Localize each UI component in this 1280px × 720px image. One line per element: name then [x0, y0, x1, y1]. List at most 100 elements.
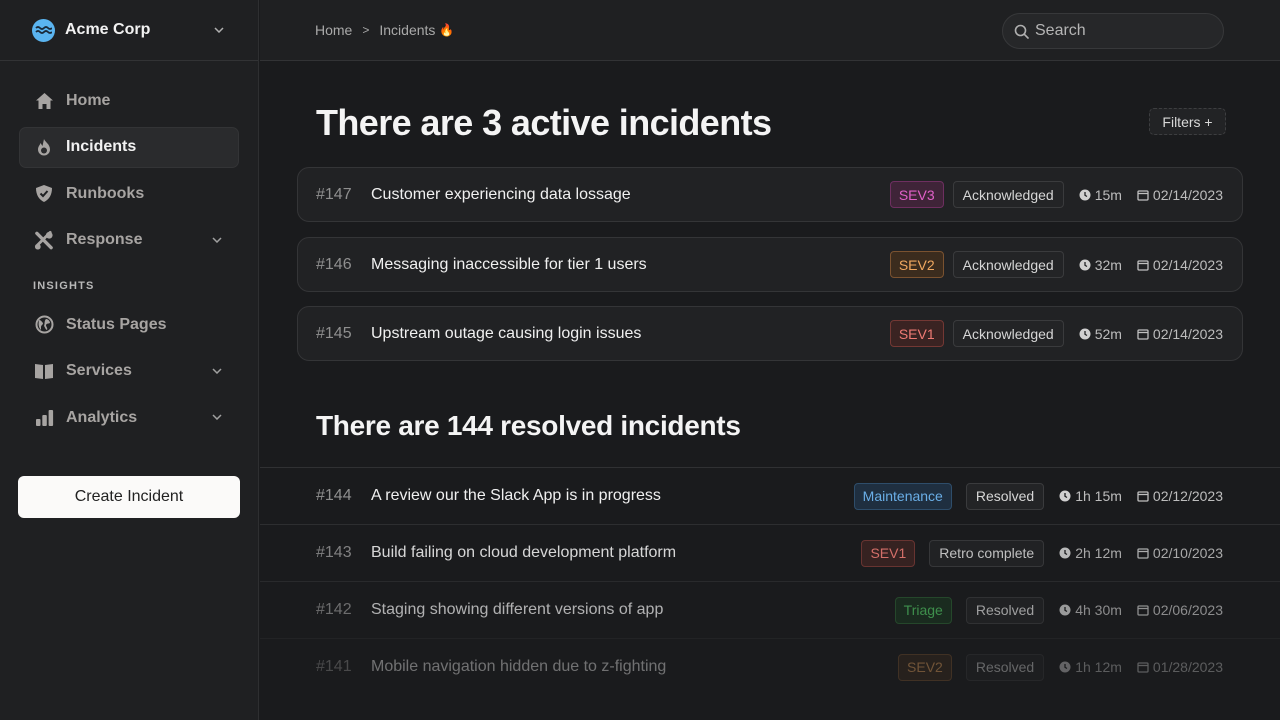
status-badge: Resolved: [965, 482, 1045, 510]
incident-id: #143: [316, 544, 352, 561]
tools-icon: [34, 230, 54, 250]
clock-icon: [1059, 547, 1071, 559]
incident-id: #146: [316, 255, 352, 273]
breadcrumb-home-link[interactable]: Home: [315, 22, 352, 38]
sidebar-item-home[interactable]: Home: [19, 80, 239, 121]
active-incidents-heading: There are 3 active incidents: [316, 102, 772, 143]
status-badge: Acknowledged: [952, 181, 1064, 208]
insights-section-label: INSIGHTS: [33, 280, 95, 292]
sidebar-item-runbooks[interactable]: Runbooks: [19, 173, 239, 214]
status-badge: Acknowledged: [952, 320, 1064, 347]
breadcrumb-separator-icon: >: [362, 23, 370, 37]
clock-icon: [1059, 661, 1071, 673]
category-badge: Maintenance: [853, 482, 952, 510]
breadcrumb-current: Incidents: [379, 22, 436, 38]
duration: 4h 30m: [1059, 602, 1122, 618]
sidebar-item-label: Home: [66, 91, 111, 109]
duration: 1h 12m: [1059, 659, 1122, 675]
incident-id: #144: [316, 487, 352, 504]
resolved-incident-row[interactable]: #142 Staging showing different versions …: [260, 581, 1280, 638]
incident-title: Staging showing different versions of ap…: [371, 601, 664, 618]
sidebar-nav: Home Incidents Runbooks Response INSIGHT…: [0, 61, 258, 438]
top-bar: Home > Incidents 🔥 Search: [260, 0, 1280, 61]
incident-id: #147: [316, 185, 352, 203]
sidebar-item-label: Services: [66, 362, 132, 379]
status-badge: Acknowledged: [952, 251, 1064, 278]
org-logo-icon: [32, 18, 55, 42]
sidebar-item-incidents[interactable]: Incidents: [19, 126, 239, 168]
severity-badge: SEV1: [861, 539, 916, 567]
book-icon: [34, 361, 54, 381]
date: 02/06/2023: [1137, 602, 1223, 618]
active-incident-card[interactable]: #146 Messaging inaccessible for tier 1 u…: [297, 237, 1243, 292]
incident-title: Messaging inaccessible for tier 1 users: [371, 255, 647, 273]
resolved-incident-row[interactable]: #143 Build failing on cloud development …: [260, 524, 1280, 581]
severity-badge: SEV1: [889, 320, 944, 347]
incident-title: Mobile navigation hidden due to z-fighti…: [371, 658, 667, 675]
severity-badge: SEV3: [889, 181, 944, 208]
search-input[interactable]: Search: [1002, 13, 1224, 49]
filters-button[interactable]: Filters +: [1149, 108, 1226, 135]
incident-title: Build failing on cloud development platf…: [371, 544, 677, 561]
main-content: There are 3 active incidents Filters + #…: [260, 62, 1280, 720]
org-switcher[interactable]: Acme Corp: [0, 0, 258, 61]
status-badge: Resolved: [965, 596, 1045, 624]
calendar-icon: [1137, 605, 1149, 616]
severity-badge: SEV2: [889, 251, 944, 278]
duration: 32m: [1079, 257, 1122, 273]
calendar-icon: [1137, 189, 1149, 201]
active-incident-card[interactable]: #145 Upstream outage causing login issue…: [297, 306, 1243, 361]
duration: 52m: [1079, 326, 1122, 342]
date: 02/12/2023: [1137, 488, 1223, 504]
duration: 2h 12m: [1059, 545, 1122, 561]
clock-icon: [1059, 490, 1071, 502]
sidebar-item-analytics[interactable]: Analytics: [19, 397, 239, 438]
shield-check-icon: [34, 184, 54, 204]
chevron-down-icon: [210, 235, 224, 246]
date: 01/28/2023: [1137, 659, 1223, 675]
chevron-down-icon: [212, 25, 226, 36]
breadcrumb: Home > Incidents 🔥: [315, 22, 454, 38]
severity-badge: SEV2: [898, 653, 952, 681]
date: 02/14/2023: [1137, 326, 1223, 342]
incident-title: Customer experiencing data lossage: [371, 185, 631, 203]
sidebar-item-label: Analytics: [66, 408, 138, 426]
bar-chart-icon: [34, 408, 54, 428]
incident-id: #145: [316, 324, 352, 342]
date: 02/14/2023: [1137, 187, 1223, 203]
create-incident-button[interactable]: Create Incident: [18, 476, 240, 518]
sidebar-item-label: Response: [66, 231, 143, 248]
sidebar-item-response[interactable]: Response: [19, 220, 239, 261]
clock-icon: [1079, 189, 1091, 200]
chevron-down-icon: [210, 412, 224, 423]
sidebar-item-label: Incidents: [66, 138, 137, 155]
duration: 15m: [1079, 187, 1122, 203]
calendar-icon: [1137, 548, 1149, 559]
resolved-incident-row[interactable]: #141 Mobile navigation hidden due to z-f…: [260, 638, 1280, 695]
flame-icon: [34, 137, 54, 157]
active-incident-card[interactable]: #147 Customer experiencing data lossage …: [297, 167, 1243, 222]
calendar-icon: [1137, 662, 1149, 673]
date: 02/10/2023: [1137, 545, 1223, 561]
clock-icon: [1079, 328, 1091, 339]
calendar-icon: [1137, 259, 1149, 271]
incident-id: #142: [316, 601, 352, 618]
clock-icon: [1079, 259, 1091, 270]
calendar-icon: [1137, 491, 1149, 502]
incident-title: Upstream outage causing login issues: [371, 324, 642, 342]
sidebar-item-services[interactable]: Services: [19, 351, 239, 392]
resolved-incident-row[interactable]: #144 A review our the Slack App is in pr…: [260, 467, 1280, 524]
duration: 1h 15m: [1059, 488, 1122, 504]
sidebar-item-label: Runbooks: [66, 184, 145, 202]
status-badge: Resolved: [965, 653, 1045, 681]
sidebar-item-status-pages[interactable]: Status Pages: [19, 304, 239, 345]
home-icon: [34, 91, 54, 111]
sidebar-item-label: Status Pages: [66, 315, 167, 333]
date: 02/14/2023: [1137, 257, 1223, 273]
fire-emoji-icon: 🔥: [439, 23, 455, 37]
globe-icon: [34, 315, 54, 335]
chevron-down-icon: [210, 366, 224, 377]
incident-title: A review our the Slack App is in progres…: [371, 487, 661, 504]
sidebar: Acme Corp Home Incidents Runbooks Respon…: [0, 0, 259, 720]
status-badge: Retro complete: [929, 539, 1045, 567]
